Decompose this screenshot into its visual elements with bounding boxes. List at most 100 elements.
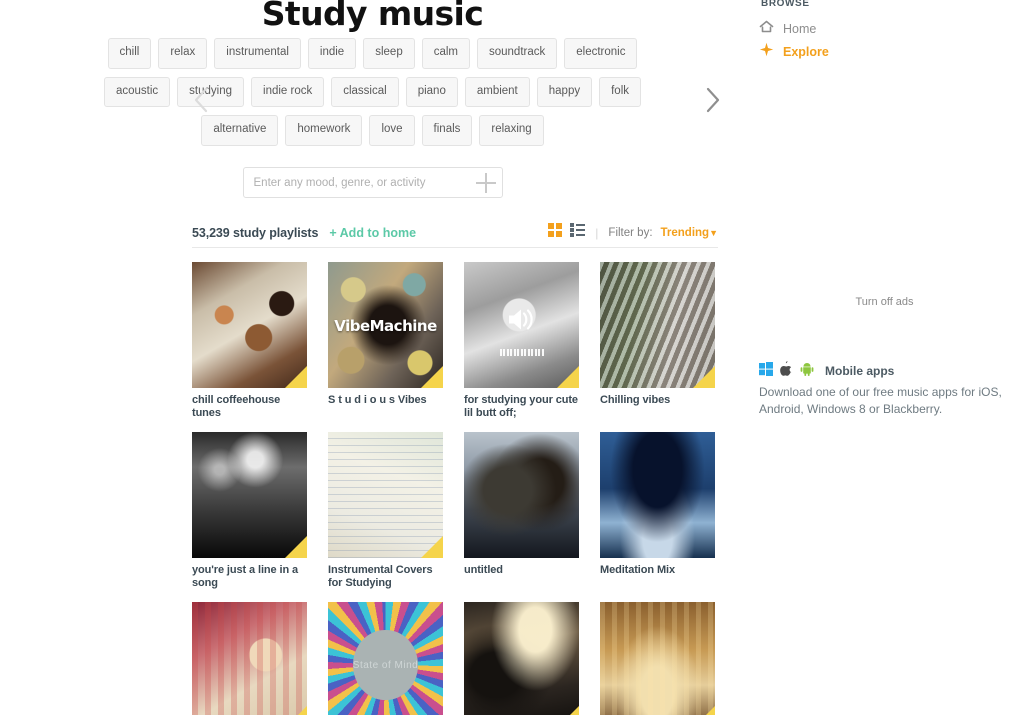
main-column: Study music chill relax instrumental indie s…	[0, 0, 745, 715]
browse-heading: BROWSE	[761, 0, 810, 9]
tag-chip[interactable]: relax	[158, 38, 208, 69]
chevron-right-icon[interactable]	[698, 80, 728, 120]
list-view-icon[interactable]	[570, 223, 586, 242]
home-icon	[759, 20, 774, 38]
playlist-thumbnail[interactable]: VibeMachine	[328, 262, 443, 388]
tag-chip[interactable]: instrumental	[214, 38, 301, 69]
sidebar-item-explore[interactable]: Explore	[759, 42, 829, 62]
tag-carousel: chill relax instrumental indie sleep calm soun…	[0, 38, 745, 154]
playlist-thumbnail[interactable]	[328, 432, 443, 558]
playlist-corner-badge	[421, 366, 443, 388]
playlist-title[interactable]: Meditation Mix	[600, 564, 715, 577]
tag-chip[interactable]: finals	[421, 115, 473, 146]
playlist-thumbnail[interactable]	[192, 602, 307, 715]
mobile-apps-header: Mobile apps	[759, 361, 894, 381]
tag-chip[interactable]: relaxing	[479, 115, 544, 146]
playlist-row: State of Mind	[192, 602, 732, 715]
results-bar: 53,239 study playlists + Add to home | F…	[192, 218, 718, 248]
equalizer-bars	[499, 348, 544, 356]
playlist-title[interactable]: Chilling vibes	[600, 394, 715, 407]
playlist-corner-badge	[285, 706, 307, 715]
tag-chip[interactable]: classical	[331, 76, 399, 107]
playlist-artwork	[600, 602, 715, 715]
playlist-grid: chill coffeehouse tunes VibeMachine S t u …	[192, 262, 732, 715]
playlist-card[interactable]: VibeMachine S t u d i o u s Vibes	[328, 262, 443, 420]
tag-chip[interactable]: folk	[599, 76, 642, 107]
playlist-corner-badge	[693, 366, 715, 388]
playlist-card[interactable]	[464, 602, 579, 715]
tag-chip[interactable]: homework	[285, 115, 363, 146]
search-input[interactable]	[243, 168, 476, 197]
playlist-thumbnail[interactable]	[464, 432, 579, 558]
artwork-overlay-text: State of Mind	[352, 659, 419, 671]
playlist-thumbnail[interactable]	[600, 602, 715, 715]
tag-chip[interactable]: ambient	[464, 76, 530, 107]
add-to-home-button[interactable]: + Add to home	[329, 226, 416, 240]
sidebar-item-home[interactable]: Home	[759, 20, 816, 38]
tag-chip[interactable]: love	[369, 115, 415, 146]
playlist-card[interactable]	[600, 602, 715, 715]
playlist-thumbnail[interactable]	[600, 432, 715, 558]
playlist-thumbnail[interactable]	[192, 432, 307, 558]
playlist-thumbnail[interactable]	[192, 262, 307, 388]
playlist-thumbnail[interactable]	[464, 262, 579, 388]
grid-view-icon[interactable]	[548, 223, 563, 242]
tag-chip[interactable]: piano	[405, 76, 458, 107]
playlist-title[interactable]: chill coffeehouse tunes	[192, 394, 307, 420]
tag-chip[interactable]: acoustic	[103, 76, 171, 107]
playlist-thumbnail[interactable]	[464, 602, 579, 715]
filter-label: Filter by:	[608, 226, 653, 239]
artwork-overlay-text: VibeMachine	[334, 317, 437, 336]
search-box[interactable]	[242, 167, 503, 198]
playlist-card[interactable]: for studying your cute lil butt off;	[464, 262, 579, 420]
sparkle-icon	[759, 42, 774, 62]
playlist-thumbnail[interactable]	[600, 262, 715, 388]
playlist-row: chill coffeehouse tunes VibeMachine S t u …	[192, 262, 732, 420]
tag-chip[interactable]: soundtrack	[477, 38, 558, 69]
chevron-left-icon[interactable]	[186, 80, 216, 120]
tag-chip[interactable]: chill	[107, 38, 152, 69]
playlist-corner-badge	[557, 366, 579, 388]
playlist-card[interactable]: you're just a line in a song	[192, 432, 307, 590]
tag-row: chill relax instrumental indie sleep calm soun…	[107, 38, 638, 69]
playlist-card[interactable]: State of Mind	[328, 602, 443, 715]
windows-icon	[759, 361, 773, 381]
playlist-card[interactable]: untitled	[464, 432, 579, 590]
playlist-title[interactable]: for studying your cute lil butt off;	[464, 394, 579, 420]
results-controls: | Filter by: Trending▼	[548, 223, 718, 242]
playlist-corner-badge	[285, 366, 307, 388]
filter-value-dropdown[interactable]: Trending▼	[661, 227, 718, 239]
page-root: Study music chill relax instrumental indie s…	[0, 0, 1024, 715]
apple-icon	[780, 361, 793, 381]
tag-chip[interactable]: sleep	[363, 38, 415, 69]
playlist-row: you're just a line in a song Instrumental…	[192, 432, 732, 590]
turn-off-ads-link[interactable]: Turn off ads	[745, 296, 1024, 308]
tag-chip[interactable]: electronic	[564, 38, 638, 69]
playlist-title[interactable]: Instrumental Covers for Studying	[328, 564, 443, 590]
mobile-apps-title: Mobile apps	[825, 364, 895, 378]
sidebar-item-label: Home	[783, 22, 817, 36]
playlist-thumbnail[interactable]: State of Mind	[328, 602, 443, 715]
playlist-card[interactable]	[192, 602, 307, 715]
playlist-card[interactable]: Chilling vibes	[600, 262, 715, 420]
tag-chip[interactable]: calm	[421, 38, 470, 69]
playlist-title[interactable]: S t u d i o u s Vibes	[328, 394, 443, 407]
playlist-card[interactable]: Instrumental Covers for Studying	[328, 432, 443, 590]
page-title: Study music	[261, 0, 484, 33]
playlist-title[interactable]: you're just a line in a song	[192, 564, 307, 590]
filter-value-text: Trending	[660, 226, 710, 239]
plus-icon[interactable]	[475, 173, 496, 193]
android-icon	[800, 362, 814, 381]
playlist-artwork	[464, 432, 579, 558]
tag-chip[interactable]: indie rock	[251, 76, 325, 107]
tag-chip[interactable]: happy	[536, 76, 593, 107]
playlist-artwork	[600, 432, 715, 558]
playlist-card[interactable]: chill coffeehouse tunes	[192, 262, 307, 420]
tag-chip[interactable]: indie	[307, 38, 357, 69]
playlist-card[interactable]: Meditation Mix	[600, 432, 715, 590]
playlist-artwork	[464, 602, 579, 715]
toolbar-divider: |	[595, 225, 599, 240]
playlist-artwork	[192, 602, 307, 715]
search-area	[0, 167, 745, 198]
playlist-title[interactable]: untitled	[464, 564, 579, 577]
